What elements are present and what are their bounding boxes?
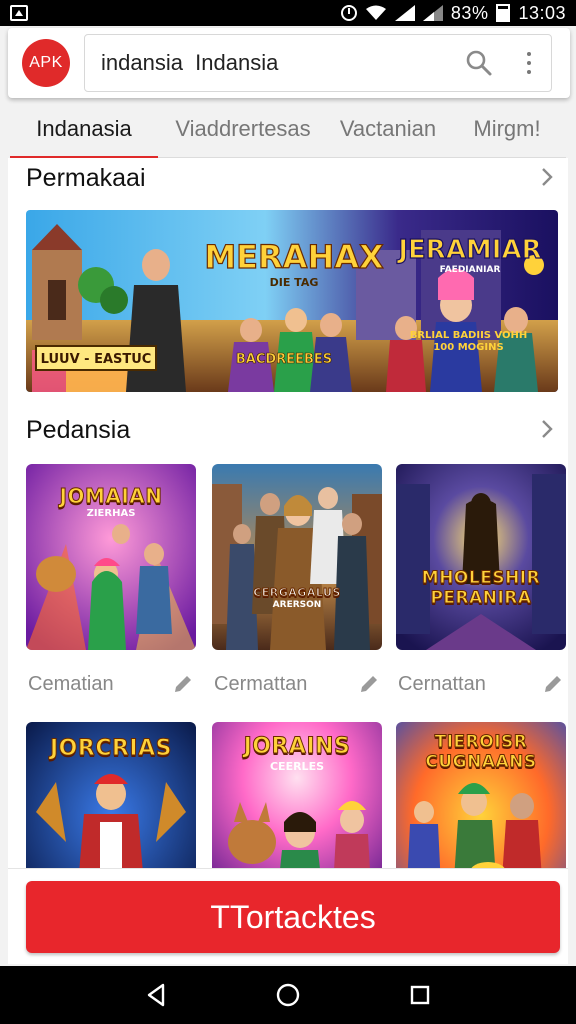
search-field[interactable]: indansia Indansia (84, 34, 552, 92)
banner-title-right: JERAMIAR (396, 235, 541, 265)
card-caption: Cematian (26, 670, 196, 698)
card-label: Cematian (28, 672, 114, 695)
card-art-sub: CEERLES (269, 760, 325, 773)
clock: 13:03 (518, 2, 566, 23)
recents-icon[interactable] (400, 975, 440, 1015)
app-header: APK indansia Indansia (8, 28, 570, 98)
tab-mirgm[interactable]: Mirgm! (448, 100, 566, 158)
card-thumbnail[interactable]: CERGAGALUS ARERSON (212, 464, 382, 650)
pencil-icon[interactable] (542, 673, 564, 695)
wifi-icon (365, 5, 387, 21)
alarm-icon (340, 5, 357, 21)
card-thumbnail[interactable]: JOMAIAN ZIERHAS (26, 464, 196, 650)
search-input[interactable]: indansia Indansia (101, 50, 459, 76)
app-card[interactable]: CERGAGALUS ARERSON Cermattan (212, 464, 382, 698)
featured-banner[interactable]: MERAHAX DIE TAG JERAMIAR FAEDIANIAR LUUV… (26, 210, 558, 392)
status-right: 83% 13:03 (340, 2, 566, 24)
banner-caption-mid: BACDREEBES (236, 352, 332, 367)
primary-action-button[interactable]: TTortacktes (26, 881, 560, 953)
card-art-title: TIEROISR CUGNAANS (425, 732, 537, 773)
card-thumbnail[interactable]: MHOLESHIR PERANIRA (396, 464, 566, 650)
card-thumbnail[interactable]: JORAINS CEERLES (212, 722, 382, 868)
home-icon[interactable] (268, 975, 308, 1015)
signal-secondary-icon (422, 5, 443, 21)
chevron-right-icon[interactable] (540, 418, 554, 440)
card-thumbnail[interactable]: TIEROISR CUGNAANS (396, 722, 566, 868)
notification-icon (10, 5, 28, 21)
card-thumbnail[interactable]: JORCRIAS (26, 722, 196, 868)
app-card[interactable]: JORCRIAS (26, 722, 196, 868)
back-icon[interactable] (136, 975, 176, 1015)
banner-art: MERAHAX DIE TAG JERAMIAR FAEDIANIAR LUUV… (26, 210, 558, 392)
section-title: Permakaai (26, 163, 146, 192)
content-panel: Permakaai MERAHAX DIE TAG JERAMIAR FAEDI… (8, 158, 568, 868)
card-art-title: JORAINS (243, 734, 351, 760)
search-icon[interactable] (459, 43, 499, 83)
tab-viaddrertesas[interactable]: Viaddrertesas (158, 100, 328, 158)
status-left (10, 5, 28, 21)
tab-bar: Indanasia Viaddrertesas Vactanian Mirgm! (10, 100, 566, 159)
card-art-title: MHOLESHIR PERANIRA (421, 568, 541, 609)
card-caption: Cermattan (212, 670, 382, 698)
battery-percent: 83% (450, 2, 489, 23)
app-logo[interactable]: APK (22, 39, 70, 87)
signal-icon (394, 5, 415, 21)
tab-vactanian[interactable]: Vactanian (328, 100, 448, 158)
card-caption: Cernattan (396, 670, 566, 698)
card-art-title: JOMAIAN (59, 484, 163, 509)
banner-sub-right: FAEDIANIAR (440, 265, 501, 275)
system-nav-bar (0, 966, 576, 1024)
card-art-title: CERGAGALUS (253, 586, 341, 600)
card-art-title: JORCRIAS (50, 736, 172, 762)
section-title: Pedansia (26, 415, 131, 444)
app-card[interactable]: TIEROISR CUGNAANS (396, 722, 566, 868)
action-bar: TTortacktes (8, 868, 568, 964)
chevron-right-icon[interactable] (540, 166, 554, 188)
banner-sub-left: DIE TAG (270, 276, 319, 289)
card-label: Cermattan (214, 672, 308, 695)
app-card[interactable]: JOMAIAN ZIERHAS Cematian (26, 464, 196, 698)
card-art-sub: ZIERHAS (86, 508, 136, 519)
card-label: Cernattan (398, 672, 486, 695)
banner-caption-left: LUUV - EASTUC (41, 352, 152, 367)
card-art-sub: ARERSON (272, 600, 322, 610)
banner-caption-right: BRLIAL BADIIS VOHH 100 MOGINS (409, 330, 528, 353)
status-bar: 83% 13:03 (0, 0, 576, 26)
tab-indanasia[interactable]: Indanasia (10, 100, 158, 159)
pencil-icon[interactable] (358, 673, 380, 695)
more-vert-icon[interactable] (517, 43, 541, 83)
section-header-pedansia[interactable]: Pedansia (8, 410, 568, 450)
battery-icon (496, 4, 511, 22)
pencil-icon[interactable] (172, 673, 194, 695)
section-header-permakaai[interactable]: Permakaai (8, 158, 568, 198)
app-card[interactable]: JORAINS CEERLES (212, 722, 382, 868)
banner-title-left: MERAHAX (204, 238, 384, 276)
app-card[interactable]: MHOLESHIR PERANIRA Cernattan (396, 464, 566, 698)
